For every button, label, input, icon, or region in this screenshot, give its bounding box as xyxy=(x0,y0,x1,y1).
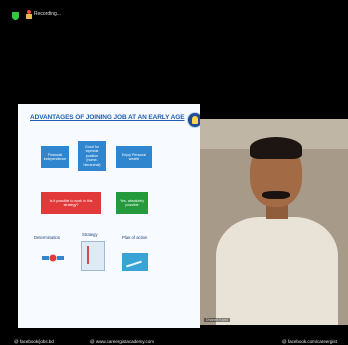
recording-status: Recording... xyxy=(34,11,61,17)
shared-screen-slide: ADVANTAGES OF JOINING JOB AT AN EARLY AG… xyxy=(18,104,200,328)
label-plan-of-action: Plan of action xyxy=(122,235,148,240)
academy-logo-icon xyxy=(187,112,200,128)
footer-website: @ www.careergistacademy.com xyxy=(90,339,155,344)
box-topmost-position: Good for topmost position (home-hierarch… xyxy=(78,141,106,171)
strategy-board-icon xyxy=(81,241,105,271)
footer-facebook-left: @ facebook/jobs.bd xyxy=(14,339,54,344)
participant-hair xyxy=(250,137,302,159)
box-personal-wealth: Enjoy Personal wealth xyxy=(116,146,152,168)
participant-name-label: Dhanek Karki xyxy=(204,318,230,322)
participant-shirt xyxy=(216,217,338,325)
meeting-top-bar: Recording... xyxy=(0,0,348,28)
slide-title: ADVANTAGES OF JOINING JOB AT AN EARLY AG… xyxy=(30,114,185,121)
label-strategy: Strategy xyxy=(82,232,98,237)
footer-facebook-right: @ facebook.com/careergist xyxy=(282,339,337,344)
recording-icon[interactable] xyxy=(26,14,32,19)
participant-mustache xyxy=(262,191,290,199)
box-answer: Yes, absolutely possible xyxy=(116,192,148,214)
label-determination: Determination xyxy=(34,235,61,240)
webcam-video-tile[interactable]: Dhanek Karki xyxy=(200,119,348,325)
plan-chart-icon xyxy=(122,253,148,271)
box-question: Is it possible to work in this strategy? xyxy=(41,192,101,214)
security-shield-icon[interactable] xyxy=(12,12,19,20)
box-financial-independence: Financial independence xyxy=(41,146,69,168)
dna-icon xyxy=(42,254,64,262)
